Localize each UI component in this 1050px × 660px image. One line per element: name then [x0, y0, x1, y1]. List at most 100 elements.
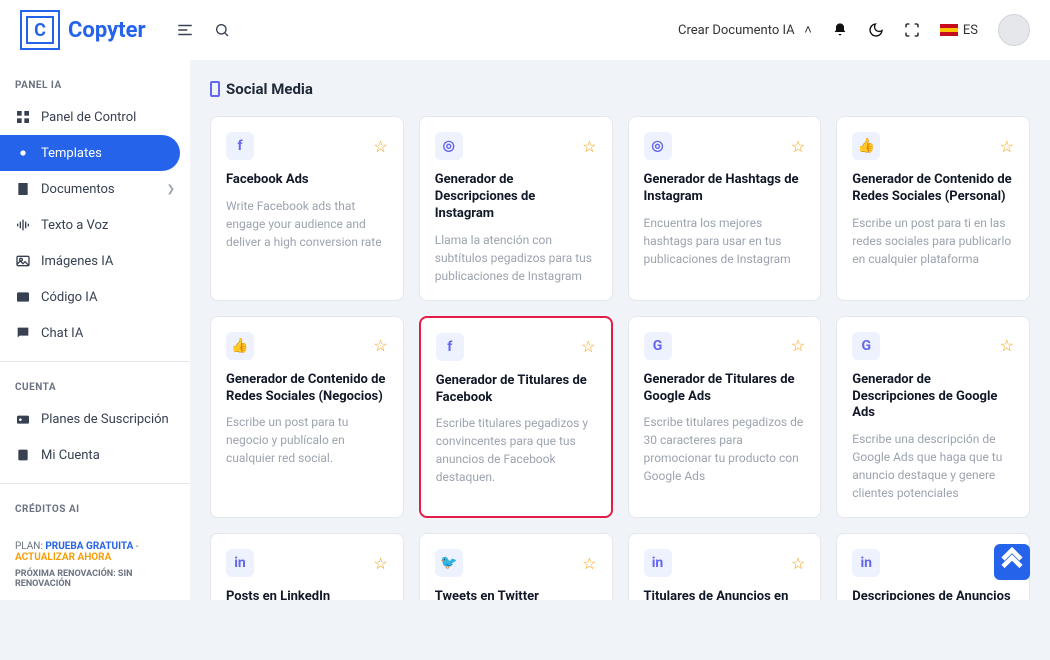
- favorite-star-icon[interactable]: ☆: [791, 336, 805, 355]
- templates-icon: [15, 145, 31, 161]
- template-title: Posts en LinkedIn: [226, 589, 388, 600]
- menu-toggle-icon[interactable]: [176, 21, 194, 39]
- plan-name[interactable]: PRUEBA GRATUITA: [45, 541, 133, 552]
- template-title: Generador de Titulares de Facebook: [436, 373, 596, 407]
- dashboard-icon: [15, 109, 31, 125]
- create-document-dropdown[interactable]: Crear Documento IA ˄: [678, 22, 812, 38]
- sidebar-item-mi-cuenta[interactable]: Mi Cuenta: [0, 437, 190, 473]
- template-card[interactable]: G ☆ Generador de Descripciones de Google…: [836, 316, 1030, 519]
- scroll-top-button[interactable]: [994, 544, 1030, 580]
- fullscreen-icon[interactable]: [904, 22, 920, 38]
- template-card[interactable]: G ☆ Generador de Titulares de Google Ads…: [628, 316, 822, 519]
- sidebar-item-label: Chat IA: [41, 326, 83, 341]
- template-card[interactable]: 🐦 ☆ Tweets en Twitter Generar tweets int…: [419, 533, 613, 600]
- sidebar-item-templates[interactable]: Templates: [0, 135, 180, 171]
- template-icon: in: [644, 549, 672, 577]
- divider: [0, 483, 190, 484]
- template-card[interactable]: f ☆ Generador de Titulares de Facebook E…: [419, 316, 613, 519]
- sidebar-item-codigo[interactable]: Código IA: [0, 279, 190, 315]
- renewal-text: PRÓXIMA RENOVACIÓN: SIN RENOVACIÓN: [15, 569, 175, 589]
- template-icon: 👍: [226, 332, 254, 360]
- favorite-star-icon[interactable]: ☆: [373, 336, 387, 355]
- plan-upgrade-link[interactable]: ACTUALIZAR AHORA: [15, 552, 111, 563]
- template-title: Generador de Titulares de Google Ads: [644, 372, 806, 406]
- favorite-star-icon[interactable]: ☆: [582, 554, 596, 573]
- template-description: Escribe titulares pegadizos de 30 caract…: [644, 413, 806, 485]
- main-content: Social Media f ☆ Facebook Ads Write Face…: [190, 60, 1050, 600]
- sidebar-item-panel-control[interactable]: Panel de Control: [0, 99, 190, 135]
- divider: [0, 361, 190, 362]
- flag-icon: [940, 24, 958, 36]
- sidebar-section-account: CUENTA: [0, 372, 190, 401]
- favorite-star-icon[interactable]: ☆: [791, 554, 805, 573]
- template-icon: 👍: [852, 132, 880, 160]
- template-card[interactable]: f ☆ Facebook Ads Write Facebook ads that…: [210, 116, 404, 301]
- template-icon: ◎: [644, 132, 672, 160]
- avatar[interactable]: [998, 14, 1030, 46]
- favorite-star-icon[interactable]: ☆: [582, 137, 596, 156]
- image-icon: [15, 253, 31, 269]
- account-icon: [15, 447, 31, 463]
- favorite-star-icon[interactable]: ☆: [1000, 336, 1014, 355]
- template-card[interactable]: 👍 ☆ Generador de Contenido de Redes Soci…: [836, 116, 1030, 301]
- sidebar-section-credits: CRÉDITOS AI: [0, 494, 190, 523]
- sidebar-item-label: Documentos: [41, 182, 115, 197]
- language-selector[interactable]: ES: [940, 23, 978, 38]
- template-card[interactable]: ◎ ☆ Generador de Descripciones de Instag…: [419, 116, 613, 301]
- template-description: Escribe un post para tu negocio y publíc…: [226, 413, 388, 467]
- brand-name: Copyter: [68, 18, 146, 43]
- template-card[interactable]: in ☆ Posts en LinkedIn: [210, 533, 404, 600]
- favorite-star-icon[interactable]: ☆: [373, 137, 387, 156]
- template-title: Generador de Hashtags de Instagram: [644, 172, 806, 206]
- topbar: C Copyter Crear Documento IA ˄ ES: [0, 0, 1050, 60]
- template-title: Descripciones de Anuncios en LinkedIn: [852, 589, 1014, 600]
- favorite-star-icon[interactable]: ☆: [1000, 137, 1014, 156]
- template-icon: 🐦: [435, 549, 463, 577]
- sidebar-item-planes[interactable]: Planes de Suscripción: [0, 401, 190, 437]
- templates-grid: f ☆ Facebook Ads Write Facebook ads that…: [210, 116, 1030, 600]
- template-icon: f: [436, 333, 464, 361]
- sidebar-item-label: Código IA: [41, 290, 97, 305]
- code-icon: [15, 289, 31, 305]
- favorite-star-icon[interactable]: ☆: [791, 137, 805, 156]
- voice-icon: [15, 217, 31, 233]
- template-title: Facebook Ads: [226, 172, 388, 189]
- template-icon: f: [226, 132, 254, 160]
- sidebar-item-label: Panel de Control: [41, 110, 136, 125]
- bell-icon[interactable]: [832, 22, 848, 38]
- template-title: Generador de Contenido de Redes Sociales…: [852, 172, 1014, 206]
- credits-block: PLAN: PRUEBA GRATUITA - ACTUALIZAR AHORA…: [0, 523, 190, 599]
- template-description: Escribe un post para ti en las redes soc…: [852, 214, 1014, 268]
- sidebar-item-chat[interactable]: Chat IA: [0, 315, 190, 351]
- section-title: Social Media: [210, 80, 1030, 98]
- chevron-right-icon: ❯: [167, 184, 175, 195]
- template-description: Escribe una descripción de Google Ads qu…: [852, 430, 1014, 502]
- template-description: Write Facebook ads that engage your audi…: [226, 197, 388, 251]
- favorite-star-icon[interactable]: ☆: [581, 337, 595, 356]
- sidebar-item-label: Planes de Suscripción: [41, 412, 169, 427]
- sidebar-section-panel: PANEL IA: [0, 70, 190, 99]
- logo-icon: C: [20, 10, 60, 50]
- template-icon: ◎: [435, 132, 463, 160]
- documents-icon: [15, 181, 31, 197]
- phone-icon: [210, 81, 220, 97]
- sidebar-item-label: Texto a Voz: [41, 218, 108, 233]
- template-description: Escribe titulares pegadizos y convincent…: [436, 414, 596, 486]
- template-title: Generador de Descripciones de Google Ads: [852, 372, 1014, 423]
- logo[interactable]: C Copyter: [20, 10, 146, 50]
- plan-prefix: PLAN:: [15, 541, 43, 552]
- template-icon: in: [226, 549, 254, 577]
- search-icon[interactable]: [214, 22, 230, 38]
- sidebar-item-texto-voz[interactable]: Texto a Voz: [0, 207, 190, 243]
- favorite-star-icon[interactable]: ☆: [373, 554, 387, 573]
- sidebar-item-documentos[interactable]: Documentos ❯: [0, 171, 190, 207]
- template-card[interactable]: in ☆ Titulares de Anuncios en LinkedIn: [628, 533, 822, 600]
- template-title: Generador de Descripciones de Instagram: [435, 172, 597, 223]
- sidebar-item-imagenes[interactable]: Imágenes IA: [0, 243, 190, 279]
- template-card[interactable]: ◎ ☆ Generador de Hashtags de Instagram E…: [628, 116, 822, 301]
- chat-icon: [15, 325, 31, 341]
- template-icon: G: [852, 332, 880, 360]
- dark-mode-icon[interactable]: [868, 22, 884, 38]
- template-title: Generador de Contenido de Redes Sociales…: [226, 372, 388, 406]
- template-card[interactable]: 👍 ☆ Generador de Contenido de Redes Soci…: [210, 316, 404, 519]
